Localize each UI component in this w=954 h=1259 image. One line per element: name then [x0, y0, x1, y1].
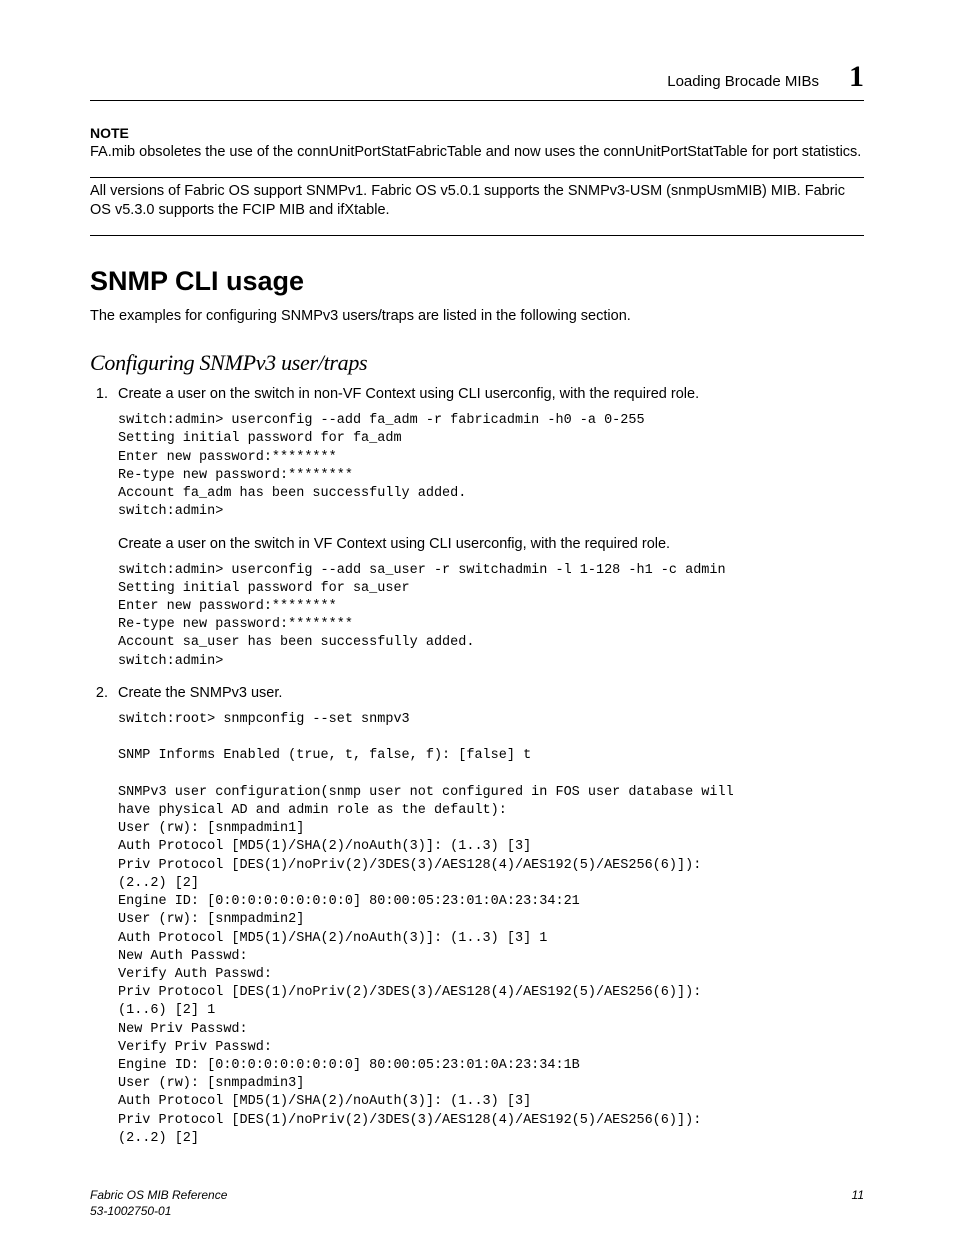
note-text: FA.mib obsoletes the use of the connUnit… [90, 143, 864, 163]
step-item: Create a user on the switch in non-VF Co… [112, 386, 864, 671]
footer-page-number: 11 [852, 1188, 864, 1219]
section-heading: SNMP CLI usage [90, 266, 864, 297]
footer-doc-title: Fabric OS MIB Reference [90, 1188, 227, 1202]
intro-paragraph: All versions of Fabric OS support SNMPv1… [90, 182, 864, 221]
step-text: Create the SNMPv3 user. [118, 685, 282, 701]
footer-left: Fabric OS MIB Reference 53-1002750-01 [90, 1188, 227, 1219]
code-block: switch:root> snmpconfig --set snmpv3 SNM… [118, 711, 864, 1148]
step-sub-text: Create a user on the switch in VF Contex… [118, 536, 864, 552]
note-label: NOTE [90, 125, 864, 141]
divider [90, 235, 864, 236]
footer-doc-id: 53-1002750-01 [90, 1204, 171, 1218]
document-page: Loading Brocade MIBs 1 NOTE FA.mib obsol… [0, 0, 954, 1259]
chapter-number: 1 [849, 60, 864, 94]
step-list: Create a user on the switch in non-VF Co… [90, 386, 864, 1148]
section-intro: The examples for configuring SNMPv3 user… [90, 307, 864, 327]
step-item: Create the SNMPv3 user. switch:root> snm… [112, 685, 864, 1148]
step-text: Create a user on the switch in non-VF Co… [118, 386, 699, 402]
code-block: switch:admin> userconfig --add sa_user -… [118, 562, 864, 671]
divider [90, 177, 864, 178]
header-section-title: Loading Brocade MIBs [667, 73, 819, 90]
page-footer: Fabric OS MIB Reference 53-1002750-01 11 [90, 1188, 864, 1219]
page-header: Loading Brocade MIBs 1 [90, 60, 864, 101]
code-block: switch:admin> userconfig --add fa_adm -r… [118, 412, 864, 521]
subsection-heading: Configuring SNMPv3 user/traps [90, 350, 864, 376]
